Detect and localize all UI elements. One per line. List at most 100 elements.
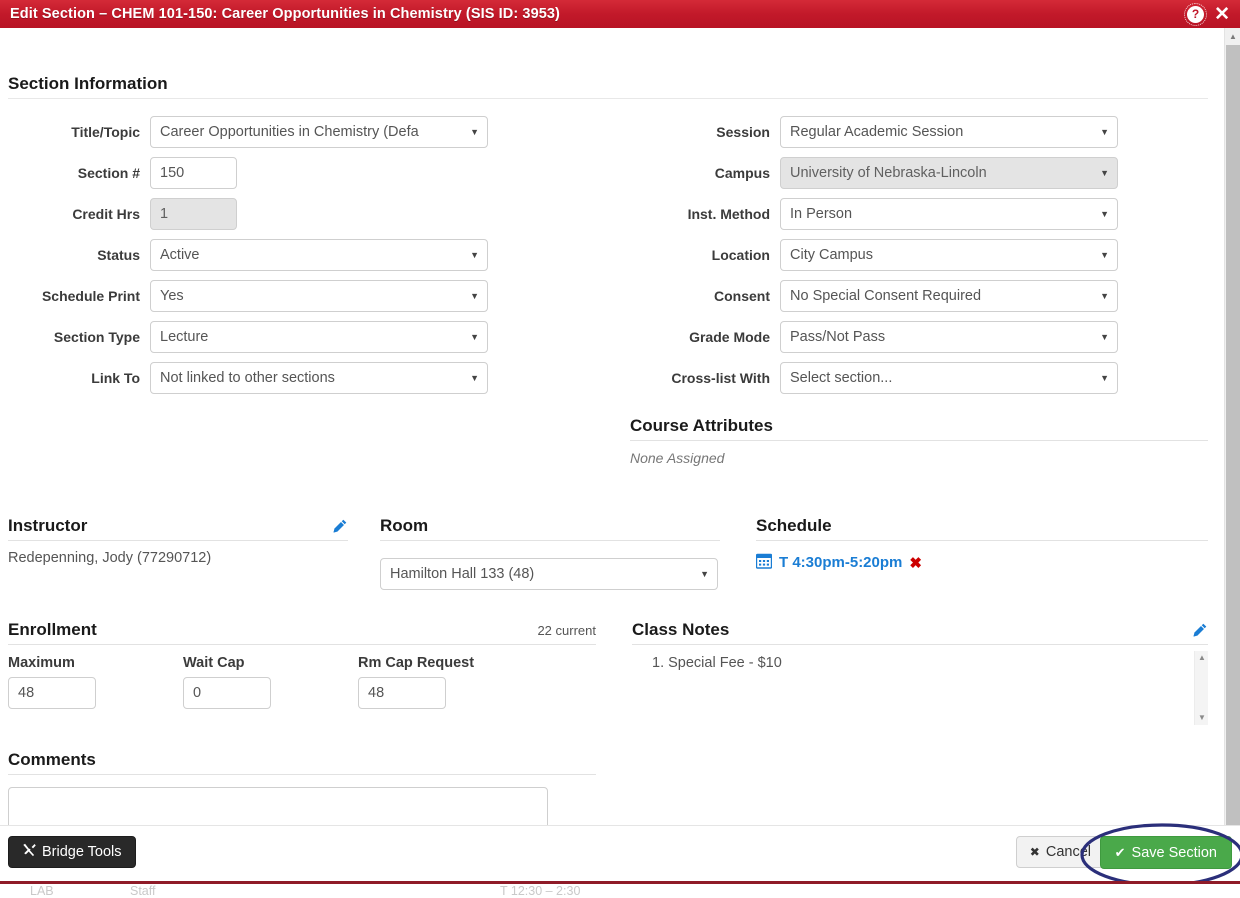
label-rm-cap-request: Rm Cap Request <box>358 655 475 671</box>
select-link-to[interactable]: Not linked to other sections ▼ <box>150 362 488 394</box>
cancel-button[interactable]: ✖ Cancel <box>1015 836 1105 868</box>
bridge-tools-button[interactable]: Bridge Tools <box>8 836 136 868</box>
value-schedule-print: Yes <box>160 288 184 304</box>
chevron-down-icon: ▼ <box>1100 127 1109 137</box>
select-cross-list-with[interactable]: Select section... ▼ <box>780 362 1118 394</box>
field-row-session: Session Regular Academic Session ▼ <box>630 116 1130 148</box>
modal-scroll-pane: Section Information Title/Topic Career O… <box>0 28 1224 854</box>
save-section-label: Save Section <box>1131 844 1217 861</box>
field-row-inst-method: Inst. Method In Person ▼ <box>630 198 1130 230</box>
select-grade-mode[interactable]: Pass/Not Pass ▼ <box>780 321 1118 353</box>
select-consent[interactable]: No Special Consent Required ▼ <box>780 280 1118 312</box>
list-item: 1. Special Fee - $10 <box>652 655 782 671</box>
bridge-tools-label: Bridge Tools <box>42 844 122 860</box>
label-link-to: Link To <box>91 370 140 386</box>
course-attributes-empty: None Assigned <box>630 450 725 466</box>
pencil-icon[interactable] <box>331 518 348 535</box>
course-attributes-panel: Course Attributes None Assigned <box>630 416 1208 466</box>
input-section-number[interactable]: 150 <box>150 157 237 189</box>
field-row-title-topic: Title/Topic Career Opportunities in Chem… <box>0 116 500 148</box>
save-section-button[interactable]: ✔ Save Section <box>1099 836 1232 869</box>
modal-body: Section Information Title/Topic Career O… <box>0 28 1240 854</box>
pencil-icon[interactable] <box>1191 622 1208 639</box>
chevron-down-icon: ▼ <box>1100 332 1109 342</box>
scroll-up-icon[interactable]: ▲ <box>1225 28 1240 44</box>
value-session: Regular Academic Session <box>790 124 964 140</box>
background-page-peek: LAB Staff T 12:30 – 2:30 <box>0 884 1240 898</box>
value-room: Hamilton Hall 133 (48) <box>390 566 535 582</box>
instructor-heading: Instructor <box>8 516 88 535</box>
select-room[interactable]: Hamilton Hall 133 (48) ▼ <box>380 558 718 590</box>
tools-icon <box>22 843 36 861</box>
class-notes-scrollbar[interactable]: ▲ ▼ <box>1194 651 1208 725</box>
comments-heading: Comments <box>8 750 596 775</box>
chevron-down-icon: ▼ <box>1100 291 1109 301</box>
field-row-cross-list-with: Cross-list With Select section... ▼ <box>630 362 1130 394</box>
class-notes-box: 1. Special Fee - $10 ▲ ▼ <box>632 645 1208 725</box>
instructor-name: Redepenning, Jody (77290712) <box>8 550 212 566</box>
select-inst-method[interactable]: In Person ▼ <box>780 198 1118 230</box>
select-section-type[interactable]: Lecture ▼ <box>150 321 488 353</box>
select-schedule-print[interactable]: Yes ▼ <box>150 280 488 312</box>
field-row-link-to: Link To Not linked to other sections ▼ <box>0 362 500 394</box>
value-consent: No Special Consent Required <box>790 288 982 304</box>
chevron-down-icon: ▼ <box>470 250 479 260</box>
schedule-meeting-row: T 4:30pm-5:20pm ✖ <box>755 541 1208 572</box>
value-section-number: 150 <box>160 165 185 181</box>
bg-col-3: T 12:30 – 2:30 <box>500 884 581 898</box>
schedule-heading: Schedule <box>756 516 1208 541</box>
value-title-topic: Career Opportunities in Chemistry (Defa <box>160 124 419 140</box>
help-icon[interactable]: ? <box>1184 2 1208 26</box>
value-credit-hours: 1 <box>160 206 169 222</box>
chevron-down-icon: ▼ <box>1100 209 1109 219</box>
schedule-meeting-link[interactable]: T 4:30pm-5:20pm <box>779 554 902 571</box>
input-rm-cap-request[interactable]: 48 <box>358 677 446 709</box>
field-row-location: Location City Campus ▼ <box>630 239 1130 271</box>
class-notes-heading-row: Class Notes <box>632 620 1208 645</box>
value-campus: University of Nebraska-Lincoln <box>790 165 987 181</box>
input-wait-cap[interactable]: 0 <box>183 677 271 709</box>
field-row-section-type: Section Type Lecture ▼ <box>0 321 500 353</box>
label-credit-hours: Credit Hrs <box>72 206 140 222</box>
chevron-down-icon: ▼ <box>1100 250 1109 260</box>
left-form-column: Title/Topic Career Opportunities in Chem… <box>0 116 500 403</box>
remove-schedule-icon[interactable]: ✖ <box>909 554 922 572</box>
page-title: Section Information <box>8 74 1208 99</box>
scroll-up-icon[interactable]: ▲ <box>1195 651 1208 665</box>
select-status[interactable]: Active ▼ <box>150 239 488 271</box>
value-maximum: 48 <box>18 685 35 701</box>
enrollment-fields: Maximum 48 Wait Cap 0 Rm Cap Request 48 <box>8 655 596 709</box>
chevron-down-icon: ▼ <box>470 332 479 342</box>
enrollment-field-maximum: Maximum 48 <box>8 655 183 709</box>
scroll-down-icon[interactable]: ▼ <box>1195 711 1208 725</box>
enrollment-field-rm-cap-request: Rm Cap Request 48 <box>358 655 533 709</box>
input-credit-hours: 1 <box>150 198 237 230</box>
label-title-topic: Title/Topic <box>71 124 140 140</box>
chevron-down-icon: ▼ <box>700 569 709 579</box>
label-cross-list-with: Cross-list With <box>671 370 770 386</box>
input-maximum[interactable]: 48 <box>8 677 96 709</box>
bg-col-2: Staff <box>130 884 156 898</box>
value-inst-method: In Person <box>790 206 853 222</box>
select-session[interactable]: Regular Academic Session ▼ <box>780 116 1118 148</box>
label-grade-mode: Grade Mode <box>689 329 770 345</box>
bg-col-1: LAB <box>30 884 54 898</box>
label-inst-method: Inst. Method <box>687 206 770 222</box>
close-icon[interactable]: ✕ <box>1214 5 1230 24</box>
cancel-label: Cancel <box>1045 844 1091 860</box>
value-section-type: Lecture <box>160 329 209 345</box>
chevron-down-icon: ▼ <box>1100 373 1109 383</box>
label-wait-cap: Wait Cap <box>183 655 245 671</box>
class-notes-panel: Class Notes 1. Special Fee - $10 ▲ ▼ <box>632 620 1208 725</box>
instructor-heading-row: Instructor <box>8 516 348 541</box>
field-row-section-number: Section # 150 <box>0 157 500 189</box>
instructor-panel: Instructor Redepenning, Jody (77290712) <box>8 516 348 566</box>
select-location[interactable]: City Campus ▼ <box>780 239 1118 271</box>
scrollbar-thumb[interactable] <box>1226 45 1240 825</box>
schedule-panel: Schedule T 4:30pm-5:20pm ✖ <box>755 516 1208 572</box>
room-panel: Room Hamilton Hall 133 (48) ▼ <box>380 516 720 590</box>
enrollment-panel: Enrollment 22 current Maximum 48 Wait Ca… <box>8 620 596 709</box>
value-status: Active <box>160 247 200 263</box>
modal-vertical-scrollbar[interactable]: ▲ <box>1224 28 1240 854</box>
select-title-topic[interactable]: Career Opportunities in Chemistry (Defa … <box>150 116 488 148</box>
